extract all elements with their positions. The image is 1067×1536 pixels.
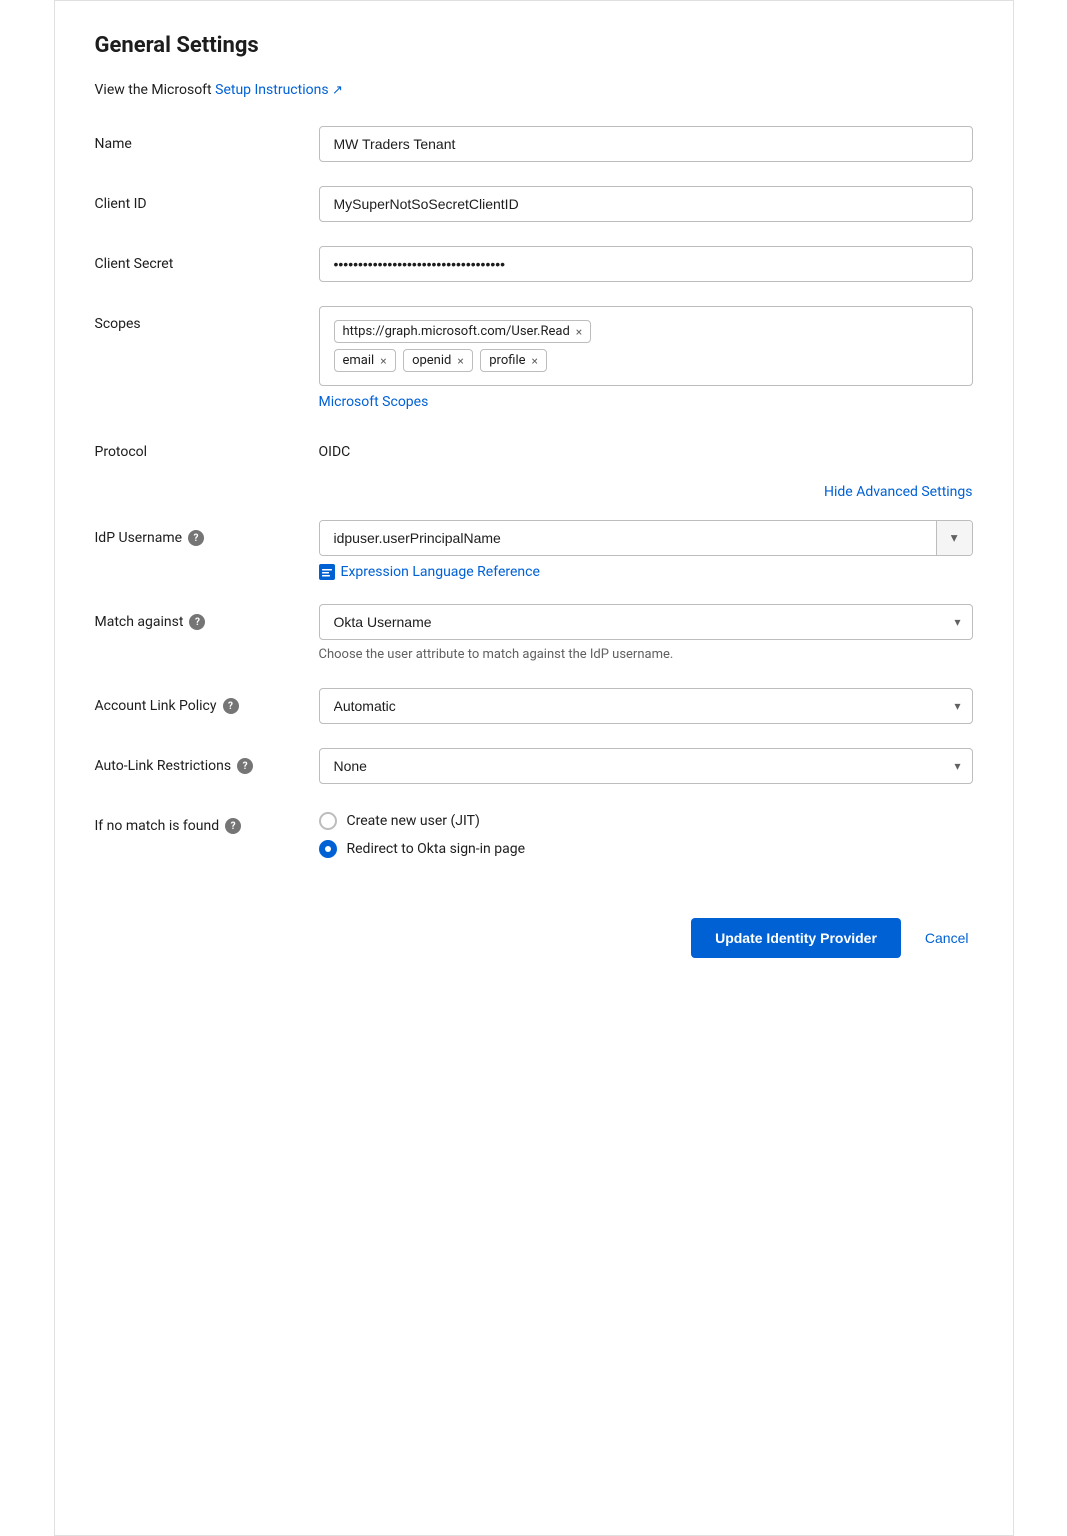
client-secret-field-wrapper [319, 246, 973, 282]
no-match-help-icon: ? [225, 818, 241, 834]
scopes-field-wrapper: https://graph.microsoft.com/User.Read × … [319, 306, 973, 410]
name-input[interactable] [319, 126, 973, 162]
cancel-button[interactable]: Cancel [921, 918, 973, 958]
match-against-field-wrapper: Okta Username Email Username ▾ Choose th… [319, 604, 973, 664]
footer-actions: Update Identity Provider Cancel [95, 898, 973, 958]
setup-instructions-prefix: View the Microsoft [95, 82, 212, 98]
client-secret-input[interactable] [319, 246, 973, 282]
no-match-radio-group: Create new user (JIT) Redirect to Okta s… [319, 808, 973, 858]
client-id-label: Client ID [95, 186, 295, 212]
idp-username-help-icon: ? [188, 530, 204, 546]
microsoft-scopes-link[interactable]: Microsoft Scopes [319, 394, 973, 410]
protocol-label: Protocol [95, 434, 295, 460]
match-against-help-text: Choose the user attribute to match again… [319, 646, 973, 664]
account-link-policy-field-wrapper: Automatic Disabled Custom ▾ [319, 688, 973, 724]
hide-advanced-settings: Hide Advanced Settings [95, 484, 973, 500]
account-link-policy-select[interactable]: Automatic Disabled Custom [319, 688, 973, 724]
idp-username-label: IdP Username ? [95, 520, 295, 546]
protocol-row: Protocol OIDC [95, 434, 973, 460]
client-secret-label: Client Secret [95, 246, 295, 272]
match-against-label: Match against ? [95, 604, 295, 630]
radio-redirect-okta[interactable]: Redirect to Okta sign-in page [319, 840, 973, 858]
account-link-policy-help-icon: ? [223, 698, 239, 714]
expression-icon [319, 564, 335, 580]
chevron-down-icon: ▾ [951, 530, 958, 546]
auto-link-restrictions-select-wrapper: None Any Group Custom ▾ [319, 748, 973, 784]
idp-username-input-group: ▾ [319, 520, 973, 556]
match-against-select-wrapper: Okta Username Email Username ▾ [319, 604, 973, 640]
no-match-field-wrapper: Create new user (JIT) Redirect to Okta s… [319, 808, 973, 858]
scopes-box[interactable]: https://graph.microsoft.com/User.Read × … [319, 306, 973, 386]
idp-username-input[interactable] [320, 521, 936, 555]
protocol-value: OIDC [319, 434, 973, 460]
radio-create-new-user[interactable]: Create new user (JIT) [319, 812, 973, 830]
name-label: Name [95, 126, 295, 152]
account-link-policy-label: Account Link Policy ? [95, 688, 295, 714]
scope-tag-email: email × [334, 349, 396, 372]
hide-advanced-settings-link[interactable]: Hide Advanced Settings [824, 484, 972, 500]
idp-username-field-wrapper: ▾ Expression Language Reference [319, 520, 973, 580]
match-against-select[interactable]: Okta Username Email Username [319, 604, 973, 640]
radio-redirect-okta-label: Redirect to Okta sign-in page [347, 841, 526, 857]
main-container: General Settings View the Microsoft Setu… [54, 0, 1014, 1536]
auto-link-restrictions-help-icon: ? [237, 758, 253, 774]
external-link-icon: ↗ [332, 83, 343, 98]
protocol-value-wrapper: OIDC [319, 434, 973, 460]
remove-scope-email[interactable]: × [380, 354, 386, 368]
no-match-row: If no match is found ? Create new user (… [95, 808, 973, 858]
radio-create-new-user-indicator[interactable] [319, 812, 337, 830]
no-match-label: If no match is found ? [95, 808, 295, 834]
match-against-help-icon: ? [189, 614, 205, 630]
setup-instructions-row: View the Microsoft Setup Instructions ↗ [95, 82, 973, 98]
radio-redirect-okta-indicator[interactable] [319, 840, 337, 858]
auto-link-restrictions-field-wrapper: None Any Group Custom ▾ [319, 748, 973, 784]
scope-tag-profile: profile × [480, 349, 547, 372]
client-id-row: Client ID [95, 186, 973, 222]
scope-tag-openid: openid × [403, 349, 473, 372]
setup-instructions-link[interactable]: Setup Instructions ↗ [215, 82, 343, 98]
scopes-label: Scopes [95, 306, 295, 332]
idp-username-row: IdP Username ? ▾ Expression Language Ref… [95, 520, 973, 580]
name-field-wrapper [319, 126, 973, 162]
scopes-row: Scopes https://graph.microsoft.com/User.… [95, 306, 973, 410]
auto-link-restrictions-label: Auto-Link Restrictions ? [95, 748, 295, 774]
client-id-input[interactable] [319, 186, 973, 222]
auto-link-restrictions-row: Auto-Link Restrictions ? None Any Group … [95, 748, 973, 784]
scope-tag-graph: https://graph.microsoft.com/User.Read × [334, 320, 592, 343]
account-link-policy-select-wrapper: Automatic Disabled Custom ▾ [319, 688, 973, 724]
name-row: Name [95, 126, 973, 162]
remove-scope-graph[interactable]: × [576, 325, 582, 339]
radio-create-new-user-label: Create new user (JIT) [347, 813, 480, 829]
idp-username-dropdown-button[interactable]: ▾ [936, 521, 972, 555]
expression-language-link[interactable]: Expression Language Reference [319, 564, 973, 580]
remove-scope-openid[interactable]: × [457, 354, 463, 368]
match-against-row: Match against ? Okta Username Email User… [95, 604, 973, 664]
remove-scope-profile[interactable]: × [532, 354, 538, 368]
client-secret-row: Client Secret [95, 246, 973, 282]
account-link-policy-row: Account Link Policy ? Automatic Disabled… [95, 688, 973, 724]
client-id-field-wrapper [319, 186, 973, 222]
update-identity-provider-button[interactable]: Update Identity Provider [691, 918, 901, 958]
auto-link-restrictions-select[interactable]: None Any Group Custom [319, 748, 973, 784]
page-title: General Settings [95, 33, 973, 58]
